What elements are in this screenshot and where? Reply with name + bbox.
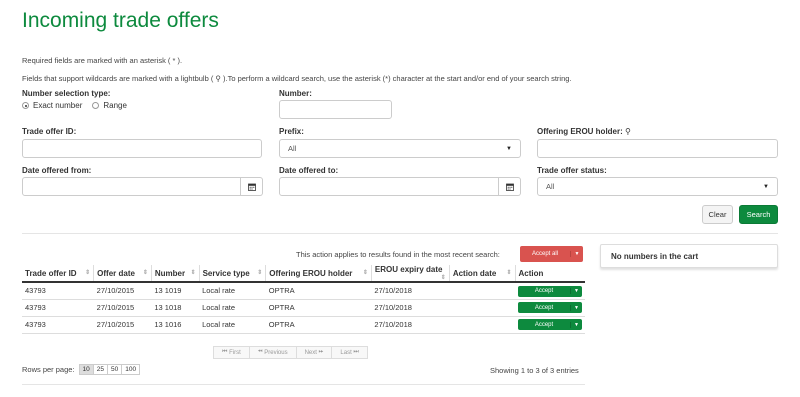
trade-offer-id-label: Trade offer ID: <box>22 127 77 136</box>
date-offered-from-input[interactable] <box>22 177 241 196</box>
lightbulb-icon: ⚲ <box>625 127 631 136</box>
calendar-button[interactable] <box>499 177 521 196</box>
table-row: 43793 27/10/2015 13 1019 Local rate OPTR… <box>22 282 585 300</box>
last-icon: ⏭︎ <box>353 349 359 355</box>
next-icon: ⏩︎ <box>318 349 324 355</box>
pager-first[interactable]: ⏮︎ First <box>214 347 250 358</box>
column-header[interactable]: Offering EROU holder ⇕ <box>265 265 372 283</box>
table-header-row: Trade offer ID ⇕ Offer date ⇕ Number ⇕ Serv… <box>22 265 585 283</box>
calendar-icon <box>505 183 514 191</box>
rows-per-page-option[interactable]: 100 <box>122 365 139 374</box>
showing-entries: Showing 1 to 3 of 3 entries <box>490 366 579 375</box>
column-header[interactable]: Number ⇕ <box>151 265 200 283</box>
sort-icon: ⇕ <box>257 269 263 276</box>
column-header[interactable]: Offer date ⇕ <box>93 265 152 283</box>
column-header[interactable]: Trade offer ID ⇕ <box>22 265 95 283</box>
cart-panel: No numbers in the cart <box>600 244 778 268</box>
column-header[interactable]: EROU expiry date ⇕ <box>371 265 450 283</box>
clear-button[interactable]: Clear <box>702 205 733 224</box>
column-header: Action <box>515 265 585 283</box>
prefix-select[interactable]: All ▼ <box>279 139 521 158</box>
radio-selected-icon <box>22 102 29 109</box>
chevron-down-icon: ▼ <box>506 145 512 152</box>
previous-icon: ⏪︎ <box>257 349 263 355</box>
pager-next[interactable]: Next ⏩︎ <box>296 347 333 358</box>
offering-erou-holder-label: Offering EROU holder: ⚲ <box>537 127 631 136</box>
trade-offer-status-select[interactable]: All ▼ <box>537 177 778 196</box>
sort-icon: ⇕ <box>440 275 446 281</box>
results-table: Trade offer ID ⇕ Offer date ⇕ Number ⇕ Serv… <box>22 265 585 334</box>
date-offered-from-label: Date offered from: <box>22 166 92 175</box>
chevron-down-icon[interactable]: ▼ <box>570 288 582 294</box>
radio-exact-number[interactable]: Exact number <box>22 101 82 110</box>
table-row: 43793 27/10/2015 13 1018 Local rate OPTR… <box>22 299 585 317</box>
chevron-down-icon[interactable]: ▼ <box>570 321 582 328</box>
number-selection-type-radios: Exact number Range <box>22 101 137 110</box>
trade-offer-status-label: Trade offer status: <box>537 166 607 175</box>
pager-previous[interactable]: ⏪︎ Previous <box>249 347 297 358</box>
number-input[interactable] <box>279 100 392 119</box>
first-icon: ⏮︎ <box>222 349 228 355</box>
accept-all-button[interactable]: Accept all ▼ <box>520 246 583 262</box>
pagination: ⏮︎ First ⏪︎ Previous Next ⏩︎ Last ⏭︎ <box>213 346 368 359</box>
rows-per-page-option[interactable]: 10 <box>79 365 94 374</box>
chevron-down-icon: ▼ <box>763 183 769 190</box>
sort-icon: ⇕ <box>85 269 91 276</box>
rows-per-page-option[interactable]: 25 <box>94 365 108 374</box>
divider <box>22 233 778 234</box>
chevron-down-icon[interactable]: ▼ <box>570 304 582 311</box>
chevron-down-icon[interactable]: ▼ <box>570 251 583 257</box>
number-label: Number: <box>279 89 312 98</box>
radio-unselected-icon <box>92 102 100 109</box>
rows-per-page: Rows per page: 10 25 50 100 <box>22 364 141 375</box>
sort-icon: ⇕ <box>506 269 512 276</box>
sort-icon: ⇕ <box>142 269 148 276</box>
sort-icon: ⇕ <box>362 269 368 276</box>
calendar-button[interactable] <box>241 177 263 196</box>
accept-button[interactable]: Accept ▼ <box>518 285 582 297</box>
wildcard-note: Fields that support wildcards are marked… <box>22 74 572 83</box>
accept-button[interactable]: Accept ▼ <box>518 319 582 331</box>
table-row: 43793 27/10/2015 13 1016 Local rate OPTR… <box>22 316 585 334</box>
date-offered-to-label: Date offered to: <box>279 166 339 175</box>
divider <box>22 384 585 385</box>
rows-per-page-options: 10 25 50 100 <box>78 364 141 375</box>
date-offered-to-input[interactable] <box>279 177 499 196</box>
calendar-icon <box>247 183 256 191</box>
rows-per-page-option[interactable]: 50 <box>108 365 123 374</box>
required-note: Required fields are marked with an aster… <box>22 56 183 65</box>
column-header[interactable]: Action date ⇕ <box>449 265 516 283</box>
search-button[interactable]: Search <box>739 205 778 224</box>
date-offered-from-field <box>22 177 263 196</box>
radio-range[interactable]: Range <box>92 101 127 110</box>
offering-erou-holder-input[interactable] <box>537 139 778 158</box>
number-selection-type-label: Number selection type: <box>22 89 111 98</box>
accept-button[interactable]: Accept ▼ <box>518 302 582 314</box>
page-title: Incoming trade offers <box>22 9 219 32</box>
sort-icon: ⇕ <box>190 269 196 276</box>
lightbulb-icon: ⚲ <box>215 74 221 83</box>
prefix-label: Prefix: <box>279 127 304 136</box>
pager-last[interactable]: Last ⏭︎ <box>332 347 367 358</box>
trade-offer-id-input[interactable] <box>22 139 262 158</box>
applies-note: This action applies to results found in … <box>296 250 500 259</box>
column-header[interactable]: Service type ⇕ <box>199 265 267 283</box>
date-offered-to-field <box>279 177 521 196</box>
